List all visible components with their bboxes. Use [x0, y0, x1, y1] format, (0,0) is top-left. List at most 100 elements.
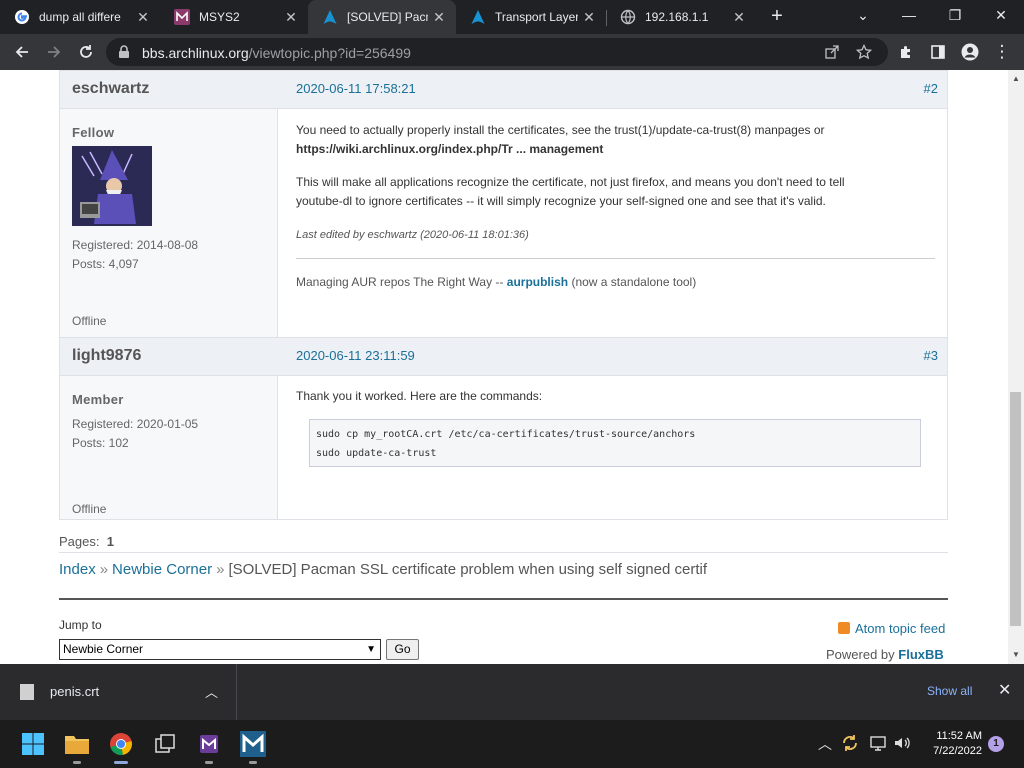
notification-badge[interactable]: 1 — [988, 736, 1004, 752]
pagination: Pages: 1 — [59, 534, 114, 549]
breadcrumb-forum-link[interactable]: Newbie Corner — [112, 561, 212, 578]
task-view-icon[interactable] — [149, 728, 181, 760]
msys2-terminal-icon[interactable] — [237, 728, 269, 764]
close-icon[interactable]: ✕ — [578, 9, 600, 26]
url-host: bbs.archlinux.org — [142, 45, 249, 61]
volume-icon[interactable] — [893, 734, 911, 755]
address-bar[interactable]: bbs.archlinux.org/viewtopic.php?id=25649… — [106, 38, 888, 66]
post-paragraph: You need to actually properly install th… — [296, 121, 936, 159]
windows-taskbar: ︿ 11:52 AM 7/22/2022 — [0, 720, 1024, 768]
close-window-button[interactable]: ✕ — [978, 0, 1024, 30]
breadcrumb-separator: » — [99, 561, 109, 578]
footer-divider — [59, 598, 948, 600]
share-icon[interactable] — [820, 38, 844, 66]
menu-icon[interactable]: ⋮ — [988, 34, 1016, 70]
signature-text: (now a standalone tool) — [571, 275, 697, 289]
code-line: sudo cp my_rootCA.crt /etc/ca-certificat… — [316, 429, 696, 440]
forward-icon[interactable] — [40, 34, 68, 70]
system-clock[interactable]: 11:52 AM 7/22/2022 — [924, 729, 982, 759]
post-username[interactable]: light9876 — [72, 347, 141, 365]
side-panel-icon[interactable] — [924, 34, 952, 70]
network-icon[interactable] — [869, 734, 887, 755]
divider — [59, 552, 948, 553]
globe-icon — [620, 9, 636, 25]
archlinux-icon — [470, 9, 486, 25]
scroll-down-arrow-icon[interactable]: ▼ — [1008, 650, 1024, 659]
chevron-up-icon[interactable]: ︿ — [205, 682, 218, 701]
post-number-link[interactable]: #2 — [924, 81, 938, 96]
tab-google[interactable]: dump all differe ✕ — [0, 0, 160, 34]
post-2: eschwartz 2020-06-11 17:58:21 #2 Fellow … — [59, 70, 948, 338]
start-windows-icon[interactable] — [17, 728, 49, 760]
scroll-up-arrow-icon[interactable]: ▲ — [1008, 74, 1024, 83]
post-text: You need to actually properly install th… — [296, 123, 825, 137]
bookmark-star-icon[interactable] — [852, 38, 876, 66]
minimize-button[interactable]: — — [886, 0, 932, 30]
show-all-button[interactable]: Show all — [927, 684, 972, 698]
extensions-icon[interactable] — [892, 34, 920, 70]
browser-tab-strip: dump all differe ✕ MSYS2 ✕ [SOLVED] Pacm… — [0, 0, 1024, 34]
jump-to-select[interactable]: Newbie Corner ▼ — [59, 639, 381, 660]
go-button[interactable]: Go — [386, 639, 419, 660]
tab-solved-pacman[interactable]: [SOLVED] Pacm ✕ — [308, 0, 456, 34]
post-number-link[interactable]: #3 — [924, 348, 938, 363]
sync-icon[interactable] — [841, 734, 859, 755]
close-icon[interactable]: ✕ — [132, 9, 154, 26]
user-registered: Registered: 2014-08-08 — [72, 238, 199, 252]
breadcrumb-index-link[interactable]: Index — [59, 561, 96, 578]
post-text: This will make all applications recogniz… — [296, 175, 845, 189]
msys2-app-icon[interactable] — [193, 728, 225, 764]
tab-search-icon[interactable]: ⌄ — [840, 0, 886, 30]
post-username[interactable]: eschwartz — [72, 80, 149, 98]
atom-feed-link[interactable]: Atom topic feed — [838, 621, 945, 636]
user-title: Member — [72, 392, 124, 407]
tab-title: dump all differe — [39, 10, 121, 24]
post-paragraph: This will make all applications recogniz… — [296, 173, 936, 211]
profile-icon[interactable] — [956, 34, 984, 70]
reload-icon[interactable] — [72, 34, 100, 70]
post-date-link[interactable]: 2020-06-11 23:11:59 — [296, 348, 415, 363]
archlinux-icon — [322, 9, 338, 25]
page-scrollbar[interactable]: ▲ ▼ — [1008, 70, 1024, 664]
tab-transport-layer[interactable]: Transport Layer ✕ — [456, 0, 606, 34]
url-text: bbs.archlinux.org/viewtopic.php?id=25649… — [142, 45, 411, 61]
user-title: Fellow — [72, 125, 115, 140]
tab-router[interactable]: 192.168.1.1 ✕ — [606, 0, 756, 34]
atom-feed-text: Atom topic feed — [855, 621, 946, 636]
user-registered: Registered: 2020-01-05 — [72, 417, 199, 431]
restore-button[interactable]: ❐ — [932, 0, 978, 30]
scrollbar-thumb[interactable] — [1010, 392, 1021, 626]
tab-title: 192.168.1.1 — [645, 10, 709, 24]
post-edited-note: Last edited by eschwartz (2020-06-11 18:… — [296, 229, 529, 241]
chevron-up-icon[interactable]: ︿ — [818, 734, 832, 754]
download-item[interactable]: penis.crt ︿ — [0, 664, 237, 720]
tab-title: MSYS2 — [199, 10, 240, 24]
close-icon[interactable]: ✕ — [280, 9, 302, 26]
post-date-link[interactable]: 2020-06-11 17:58:21 — [296, 81, 416, 96]
pages-label: Pages: — [59, 534, 100, 549]
tab-msys2[interactable]: MSYS2 ✕ — [160, 0, 308, 34]
breadcrumb: Index» Newbie Corner» [SOLVED] Pacman SSL … — [59, 561, 707, 578]
aurpublish-link[interactable]: aurpublish — [507, 275, 568, 289]
post-author-panel: Member Registered: 2020-01-05 Posts: 102… — [60, 376, 278, 519]
file-explorer-icon[interactable] — [61, 728, 93, 764]
google-icon — [14, 9, 30, 25]
lock-icon[interactable] — [118, 45, 130, 64]
download-bar: penis.crt ︿ Show all ✕ — [0, 664, 1024, 720]
chrome-icon[interactable] — [105, 728, 137, 764]
user-posts: Posts: 102 — [72, 436, 129, 450]
clock-time: 11:52 AM — [936, 730, 982, 742]
chevron-down-icon: ▼ — [366, 644, 376, 655]
code-line: sudo update-ca-trust — [316, 448, 437, 459]
current-page: 1 — [106, 534, 114, 549]
close-icon[interactable]: ✕ — [728, 9, 750, 26]
new-tab-button[interactable]: + — [766, 6, 788, 28]
back-icon[interactable] — [8, 34, 36, 70]
fluxbb-link[interactable]: FluxBB — [898, 647, 944, 662]
close-icon[interactable]: ✕ — [428, 9, 450, 26]
code-block[interactable]: sudo cp my_rootCA.crt /etc/ca-certificat… — [309, 419, 921, 467]
close-icon[interactable]: ✕ — [998, 680, 1011, 700]
wiki-link[interactable]: https://wiki.archlinux.org/index.php/Tr … — [296, 142, 603, 156]
rss-icon — [838, 622, 850, 634]
user-posts: Posts: 4,097 — [72, 257, 139, 271]
